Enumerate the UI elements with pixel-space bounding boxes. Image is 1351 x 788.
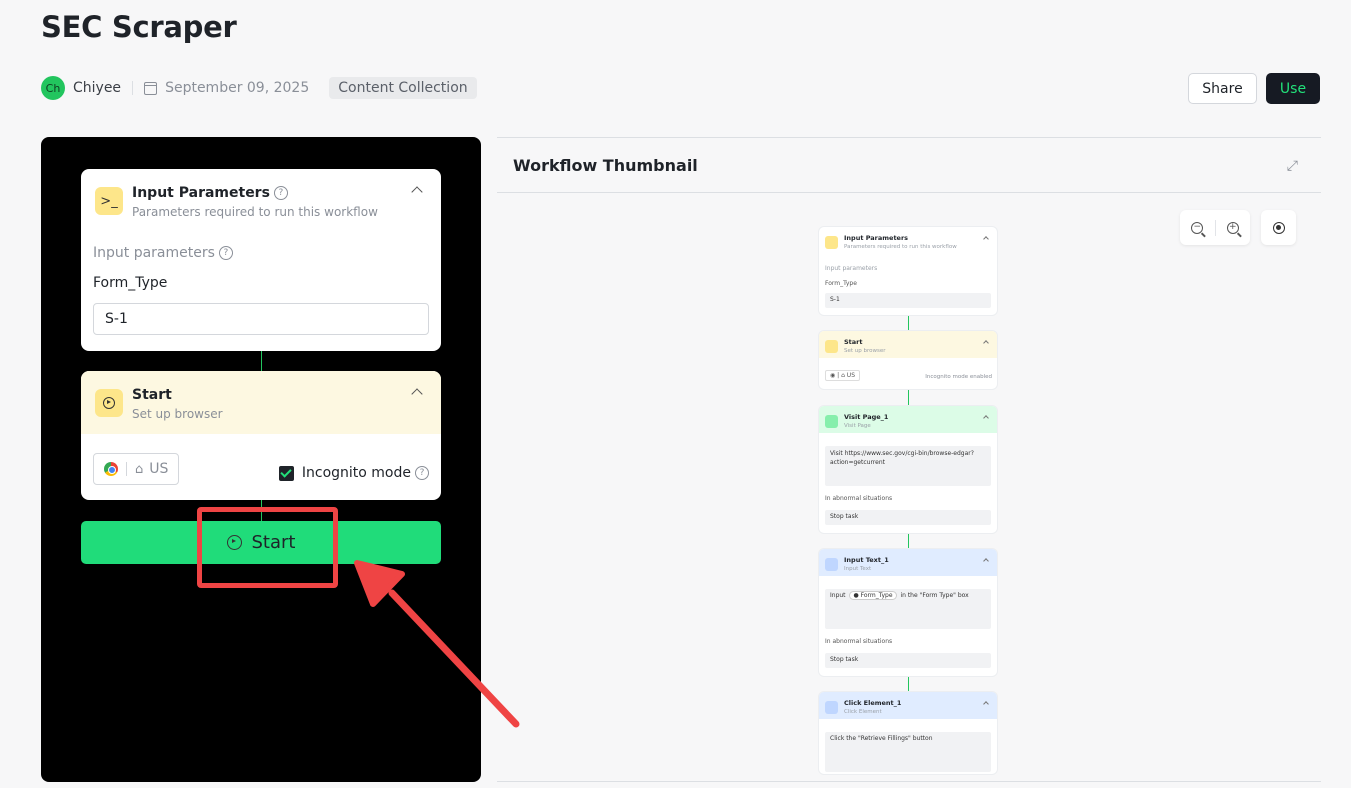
play-circle-icon <box>825 340 838 353</box>
mini-field-label: Form_Type <box>825 280 857 287</box>
chevron-up-icon <box>983 415 989 421</box>
mini-node-subtitle: Parameters required to run this workflow <box>844 244 957 250</box>
mini-field-value: S-1 <box>825 293 991 308</box>
zoom-in-button[interactable]: + <box>1216 210 1251 245</box>
mini-node-subtitle: Click Element <box>844 709 882 715</box>
chevron-up-icon <box>983 236 989 242</box>
mini-node-visit-page[interactable]: Visit Page_1 Visit Page Visit https://ww… <box>819 406 997 533</box>
mini-node-input-text[interactable]: Input Text_1 Input Text Input ● Form_Typ… <box>819 549 997 676</box>
chevron-up-icon <box>983 558 989 564</box>
mini-node-input-parameters[interactable]: Input Parameters Parameters required to … <box>819 227 997 315</box>
mini-node-click-element[interactable]: Click Element_1 Click Element Click the … <box>819 692 997 774</box>
mini-node-title: Click Element_1 <box>844 699 902 707</box>
mini-connector <box>908 390 909 405</box>
mini-abnormal-action: Stop task <box>825 510 991 525</box>
mini-node-title: Input Parameters <box>844 234 909 242</box>
mini-node-title: Visit Page_1 <box>844 413 889 421</box>
crosshair-icon <box>1272 221 1285 234</box>
workflow-thumbnail-panel: Workflow Thumbnail ⤢ − + Input Parameter… <box>497 137 1321 782</box>
mini-node-title: Start <box>844 338 863 346</box>
thumbnail-title: Workflow Thumbnail <box>513 155 698 175</box>
mini-node-body: Visit https://www.sec.gov/cgi-bin/browse… <box>825 446 991 486</box>
mini-node-subtitle: Set up browser <box>844 348 886 354</box>
chevron-up-icon <box>983 340 989 346</box>
mini-node-subtitle: Visit Page <box>844 423 871 429</box>
mini-node-body: Input ● Form_Type in the "Form Type" box <box>825 589 991 629</box>
mini-node-start[interactable]: Start Set up browser ◉ | ⌂ US Incognito … <box>819 331 997 389</box>
mini-incognito-label: Incognito mode enabled <box>925 374 992 380</box>
mini-node-subtitle: Input Text <box>844 566 872 572</box>
chevron-up-icon <box>983 701 989 707</box>
browser-window-icon <box>825 415 838 428</box>
mini-connector <box>908 677 909 692</box>
mini-abnormal-action: Stop task <box>825 653 991 668</box>
mini-node-body: Click the "Retrieve Fillings" button <box>825 732 991 772</box>
zoom-out-icon: − <box>1191 221 1204 234</box>
mini-region-pill: ◉ | ⌂ US <box>825 370 860 381</box>
mini-connector <box>908 316 909 331</box>
zoom-controls: − + <box>1180 210 1250 245</box>
zoom-out-button[interactable]: − <box>1180 210 1215 245</box>
mini-section-label: Input parameters <box>825 265 878 272</box>
expand-icon[interactable]: ⤢ <box>1287 158 1298 174</box>
zoom-in-icon: + <box>1226 221 1239 234</box>
mini-connector <box>908 534 909 549</box>
mini-abnormal-label: In abnormal situations <box>825 495 893 502</box>
keyboard-icon <box>825 558 838 571</box>
mouse-icon <box>825 701 838 714</box>
terminal-icon <box>825 236 838 249</box>
recenter-button[interactable] <box>1261 210 1296 245</box>
mini-abnormal-label: In abnormal situations <box>825 638 893 645</box>
mini-node-title: Input Text_1 <box>844 556 889 564</box>
